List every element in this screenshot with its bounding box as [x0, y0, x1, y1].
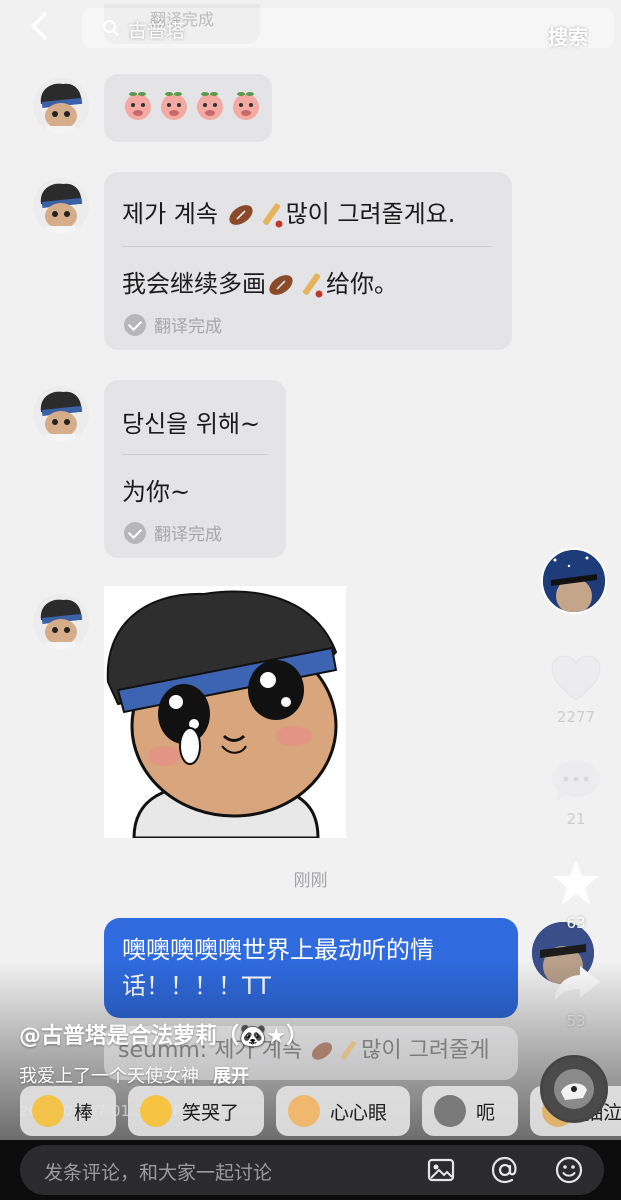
reaction-chip-laugh-cry[interactable]: 笑哭了 — [128, 1086, 264, 1136]
translated-text: 为你~ — [122, 478, 191, 506]
original-text-start: 제가 계속 — [122, 200, 226, 228]
search-query: 古普塔 — [128, 20, 186, 42]
comment-bubble-icon — [552, 761, 600, 801]
heart-eyes-cat-icon — [288, 1095, 320, 1127]
author-name[interactable]: @古普塔是合法萝莉（🐼★） — [19, 1018, 308, 1050]
translation-status-label: 翻译完成 — [154, 317, 222, 337]
peach-face-icon — [233, 92, 259, 120]
top-bar: 古普塔 搜索 — [0, 0, 621, 56]
thumbs-up-emoji-icon — [32, 1095, 64, 1127]
peach-face-icon — [161, 92, 187, 120]
bottom-comment-bar: 发条评论，和大家一起讨论 — [0, 1140, 621, 1200]
message-bubble-translated[interactable]: 제가 계속 많이 그려줄게요. 我会继续多画 给你。 翻译完成 — [104, 172, 512, 350]
emoji-smile-icon[interactable] — [554, 1155, 584, 1185]
translated-text: 我会继续多画 给你。 — [122, 264, 398, 300]
like-button[interactable]: 2277 — [546, 654, 606, 726]
cricket-bat-icon — [262, 203, 283, 228]
football-icon — [312, 1042, 333, 1060]
reaction-label: 呃 — [476, 1101, 496, 1124]
check-circle-icon — [124, 313, 146, 336]
chat-area: 翻译完成 古普塔 搜索 제가 계속 많이 그려줄게요. 我会继续多画 给你。 翻… — [0, 0, 621, 1140]
avatar-image — [33, 178, 89, 234]
at-mention-icon[interactable] — [490, 1155, 520, 1185]
translation-status: 翻译完成 — [124, 520, 222, 545]
reaction-chip-thumbs-up[interactable]: 棒 — [20, 1086, 116, 1136]
video-caption: 我爱上了一个天使女神 展开 — [19, 1062, 249, 1088]
creator-avatar[interactable] — [541, 548, 607, 614]
speechless-cat-icon — [434, 1095, 466, 1127]
quoted-text-end: 많이 그려줄게 — [361, 1038, 490, 1063]
avatar-image — [33, 78, 89, 134]
original-text: 제가 계속 많이 그려줄게요. — [122, 194, 455, 230]
translation-divider — [122, 454, 268, 455]
avatar-image — [33, 386, 89, 442]
music-disc-image — [543, 1058, 605, 1120]
translated-text-start: 我会继续多画 — [122, 270, 266, 298]
star-icon — [553, 860, 599, 905]
laugh-cry-emoji-icon — [140, 1095, 172, 1127]
chevron-left-icon — [31, 12, 47, 40]
sender-avatar[interactable] — [33, 78, 89, 134]
sender-avatar[interactable] — [33, 178, 89, 234]
sender-avatar[interactable] — [33, 594, 89, 650]
sticker-message[interactable] — [104, 586, 346, 840]
translated-text-end: 给你。 — [326, 270, 398, 298]
creator-avatar-image — [543, 550, 605, 612]
check-circle-icon — [124, 521, 146, 544]
translation-divider — [122, 246, 492, 247]
original-text-end: 많이 그려줄게요. — [285, 200, 456, 228]
expand-caption-link[interactable]: 展开 — [213, 1066, 249, 1087]
comment-count: 21 — [566, 810, 586, 828]
football-icon — [269, 275, 293, 295]
message-bubble-emoji[interactable] — [104, 74, 272, 142]
comment-placeholder: 发条评论，和大家一起讨论 — [44, 1162, 273, 1184]
search-button[interactable]: 搜索 — [548, 21, 588, 50]
search-box[interactable]: 古普塔 搜索 — [82, 8, 614, 50]
crying-boy-sticker-image — [104, 586, 346, 840]
avatar-image — [33, 594, 89, 650]
comment-input[interactable]: 发条评论，和大家一起讨论 — [20, 1145, 604, 1195]
cricket-bat-icon — [303, 273, 323, 298]
sender-avatar[interactable] — [33, 386, 89, 442]
caption-text: 我爱上了一个天使女神 — [19, 1066, 199, 1087]
favorite-count: 63 — [566, 914, 586, 932]
comment-button[interactable]: 21 — [546, 758, 606, 828]
translation-status-label: 翻译完成 — [154, 525, 222, 545]
reaction-label: 棒 — [74, 1101, 94, 1124]
reaction-chip-heart-eyes[interactable]: 心心眼 — [276, 1086, 410, 1136]
music-disc[interactable] — [540, 1055, 608, 1123]
original-text: 당신을 위해~ — [122, 410, 261, 438]
search-icon — [103, 20, 119, 36]
favorite-button[interactable]: 63 — [546, 858, 606, 932]
message-bubble-translated[interactable]: 당신을 위해~ 为你~ 翻译完成 — [104, 380, 286, 558]
image-icon[interactable] — [426, 1155, 456, 1185]
translation-status: 翻译完成 — [124, 312, 222, 337]
like-count: 2277 — [556, 708, 596, 726]
heart-icon — [551, 655, 601, 701]
reaction-label: 心心眼 — [330, 1101, 388, 1124]
cricket-bat-icon — [341, 1040, 357, 1060]
back-button[interactable] — [22, 8, 58, 44]
reaction-chip-speechless[interactable]: 呃 — [422, 1086, 518, 1136]
football-icon — [228, 205, 253, 225]
reaction-label: 笑哭了 — [182, 1101, 240, 1124]
peach-face-icon — [197, 92, 223, 120]
message-timestamp: 刚刚 — [293, 871, 328, 891]
peach-face-icon — [125, 92, 151, 120]
